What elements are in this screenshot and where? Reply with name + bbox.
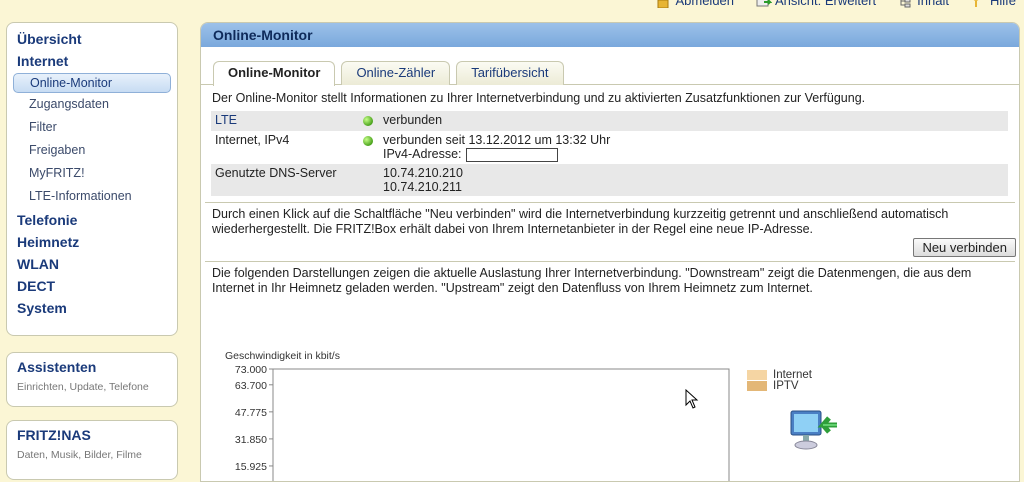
status-label: Genutzte DNS-Server — [211, 163, 351, 196]
ipv4-address-label: IPv4-Adresse: — [383, 147, 462, 161]
content-panel: Online-Monitor Online-Monitor Online-Zäh… — [200, 22, 1020, 482]
nav-item-lte-informationen[interactable]: LTE-Informationen — [7, 185, 177, 208]
intro-text: Der Online-Monitor stellt Informationen … — [212, 91, 866, 105]
y-tick-label: 47.775 — [235, 407, 267, 419]
nav-telephony[interactable]: Telefonie — [7, 208, 177, 230]
view-label: Ansicht: Erweitert — [775, 0, 877, 8]
logout-label: Abmelden — [675, 0, 735, 8]
status-led-icon — [363, 116, 373, 126]
nav-wlan[interactable]: WLAN — [7, 252, 177, 274]
nas-box[interactable]: FRITZ!NAS Daten, Musik, Bilder, Filme — [6, 420, 178, 480]
nav-item-online-monitor[interactable]: Online-Monitor — [13, 73, 171, 93]
view-arrow-icon — [756, 0, 773, 8]
contents-label: Inhalt — [917, 0, 949, 8]
nav-dect[interactable]: DECT — [7, 274, 177, 296]
y-tick-label: 15.925 — [235, 461, 267, 473]
padlock-icon — [656, 0, 670, 8]
logout-link[interactable]: Abmelden — [656, 0, 734, 8]
sitemap-icon — [898, 0, 912, 8]
tab-tariff-overview[interactable]: Tarifübersicht — [456, 61, 564, 85]
nav-overview[interactable]: Übersicht — [7, 27, 177, 49]
status-label: Internet, IPv4 — [215, 133, 290, 147]
status-row-internet-ipv4: Internet, IPv4 verbunden seit 13.12.2012… — [211, 131, 1008, 164]
legend-swatch — [747, 369, 767, 380]
legend-item: Internet — [747, 369, 812, 381]
help-label: Hilfe — [989, 0, 1016, 8]
dns-primary: 10.74.210.210 — [383, 165, 463, 180]
chart-legend: Internet IPTV — [747, 369, 812, 392]
tab-bar: Online-Monitor Online-Zähler Tarifübersi… — [201, 47, 1019, 86]
page-title: Online-Monitor — [201, 23, 1019, 47]
nav-item-myfritz[interactable]: MyFRITZ! — [7, 162, 177, 185]
legend-swatch — [747, 380, 767, 391]
y-tick-label: 63.700 — [235, 380, 267, 392]
reconnect-button[interactable]: Neu verbinden — [913, 237, 1016, 257]
help-icon — [971, 0, 985, 8]
contents-link[interactable]: Inhalt — [898, 0, 949, 8]
y-tick-label: 31.850 — [235, 434, 267, 446]
nas-title[interactable]: FRITZ!NAS — [17, 427, 167, 443]
nav-item-freigaben[interactable]: Freigaben — [7, 139, 177, 162]
throughput-chart: Geschwindigkeit in kbit/s 73.000 63.700 47.… — [201, 329, 1019, 481]
plot-area — [272, 368, 730, 481]
nav-item-filter[interactable]: Filter — [7, 116, 177, 139]
legend-label: IPTV — [773, 379, 799, 392]
assistants-subtitle: Einrichten, Update, Telefone — [17, 381, 149, 393]
nav-item-zugangsdaten[interactable]: Zugangsdaten — [7, 93, 177, 116]
chart-canvas: Geschwindigkeit in kbit/s 73.000 63.700 47.… — [225, 350, 730, 481]
reconnect-description: Durch einen Klick auf die Schaltfläche "… — [212, 206, 949, 236]
y-axis-label: Geschwindigkeit in kbit/s — [225, 350, 340, 362]
status-value: verbunden — [379, 111, 1008, 131]
nas-subtitle: Daten, Musik, Bilder, Filme — [17, 449, 142, 461]
sidebar-nav: Übersicht Internet Online-Monitor Zugang… — [6, 22, 178, 336]
status-value: verbunden seit 13.12.2012 um 13:32 Uhr — [383, 133, 611, 147]
status-label: LTE — [211, 111, 351, 131]
status-row-lte: LTE verbunden — [211, 111, 1008, 131]
dns-secondary: 10.74.210.211 — [383, 179, 463, 194]
nav-internet[interactable]: Internet — [7, 49, 177, 71]
top-toolbar: Abmelden Ansicht: Erweitert Inhalt Hilfe — [656, 0, 1016, 8]
chart-description: Die folgenden Darstellungen zeigen die a… — [212, 265, 972, 295]
ipv4-address-box — [465, 147, 558, 162]
connection-status-table: LTE verbunden Internet, IPv4 verbunden s… — [211, 111, 1008, 196]
assistants-title[interactable]: Assistenten — [17, 359, 167, 375]
status-row-dns: Genutzte DNS-Server 10.74.210.210 10.74.… — [211, 163, 1008, 196]
assistants-box[interactable]: Assistenten Einrichten, Update, Telefone — [6, 352, 178, 407]
tab-online-counter[interactable]: Online-Zähler — [341, 61, 451, 85]
status-led-icon — [363, 136, 373, 146]
help-link[interactable]: Hilfe — [971, 0, 1016, 8]
tab-online-monitor[interactable]: Online-Monitor — [213, 61, 336, 86]
legend-item: IPTV — [747, 379, 812, 392]
nav-home-network[interactable]: Heimnetz — [7, 230, 177, 252]
nav-system[interactable]: System — [7, 296, 177, 318]
y-tick-label: 73.000 — [235, 364, 267, 376]
view-toggle-link[interactable]: Ansicht: Erweitert — [756, 0, 876, 8]
